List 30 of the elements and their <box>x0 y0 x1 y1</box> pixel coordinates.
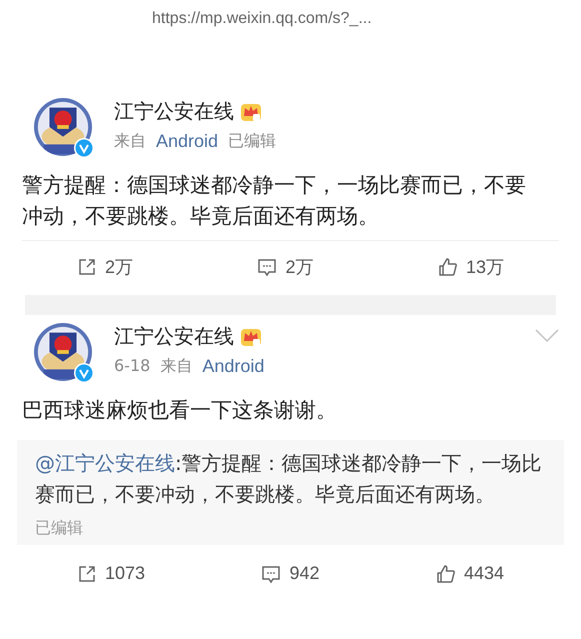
meta-text: 6-18 <box>114 356 150 377</box>
like-button[interactable]: 4434 <box>436 563 504 584</box>
post-text: 警方提醒：德国球迷都冷静一下，一场比赛而已，不要冲动，不要跳楼。毕竟后面还有两场。 <box>22 172 527 230</box>
comment-button[interactable]: 942 <box>261 563 320 584</box>
source-link[interactable]: Android <box>156 131 218 152</box>
quoted-text: @江宁公安在线:警方提醒：德国球迷都冷静一下，一场比赛而已，不要冲动，不要跳楼。毕竟后面还有两场。 <box>35 450 543 508</box>
thumbs-up-icon <box>436 564 456 584</box>
meta-text: 已编辑 <box>228 131 276 152</box>
edited-label: 已编辑 <box>35 518 83 539</box>
repost-button[interactable]: 2万 <box>77 255 134 279</box>
author-name[interactable]: 江宁公安在线 <box>114 98 234 125</box>
meta-text: 来自 <box>114 131 146 152</box>
thumbs-up-icon <box>438 257 458 277</box>
quoted-post[interactable]: @江宁公安在线:警方提醒：德国球迷都冷静一下，一场比赛而已，不要冲动，不要跳楼。毕竟后面还有两场。 已编辑 <box>17 440 564 545</box>
source-link[interactable]: Android <box>202 356 264 377</box>
share-icon <box>77 257 97 277</box>
post-text: 巴西球迷麻烦也看一下这条谢谢。 <box>22 397 338 424</box>
comment-icon <box>261 564 282 584</box>
comment-icon <box>257 257 278 277</box>
chevron-icon[interactable] <box>535 329 559 343</box>
verified-icon <box>74 138 94 158</box>
meta-text: 来自 <box>160 356 192 377</box>
comment-button[interactable]: 2万 <box>257 255 314 279</box>
repost-button[interactable]: 1073 <box>77 563 146 584</box>
author-name[interactable]: 江宁公安在线 <box>114 323 234 350</box>
verified-icon <box>74 363 94 383</box>
mention-link[interactable]: @江宁公安在线 <box>35 451 175 475</box>
like-button[interactable]: 13万 <box>438 255 504 279</box>
share-icon <box>77 564 97 584</box>
link-url[interactable]: https://mp.weixin.qq.com/s?_... <box>152 10 372 90</box>
